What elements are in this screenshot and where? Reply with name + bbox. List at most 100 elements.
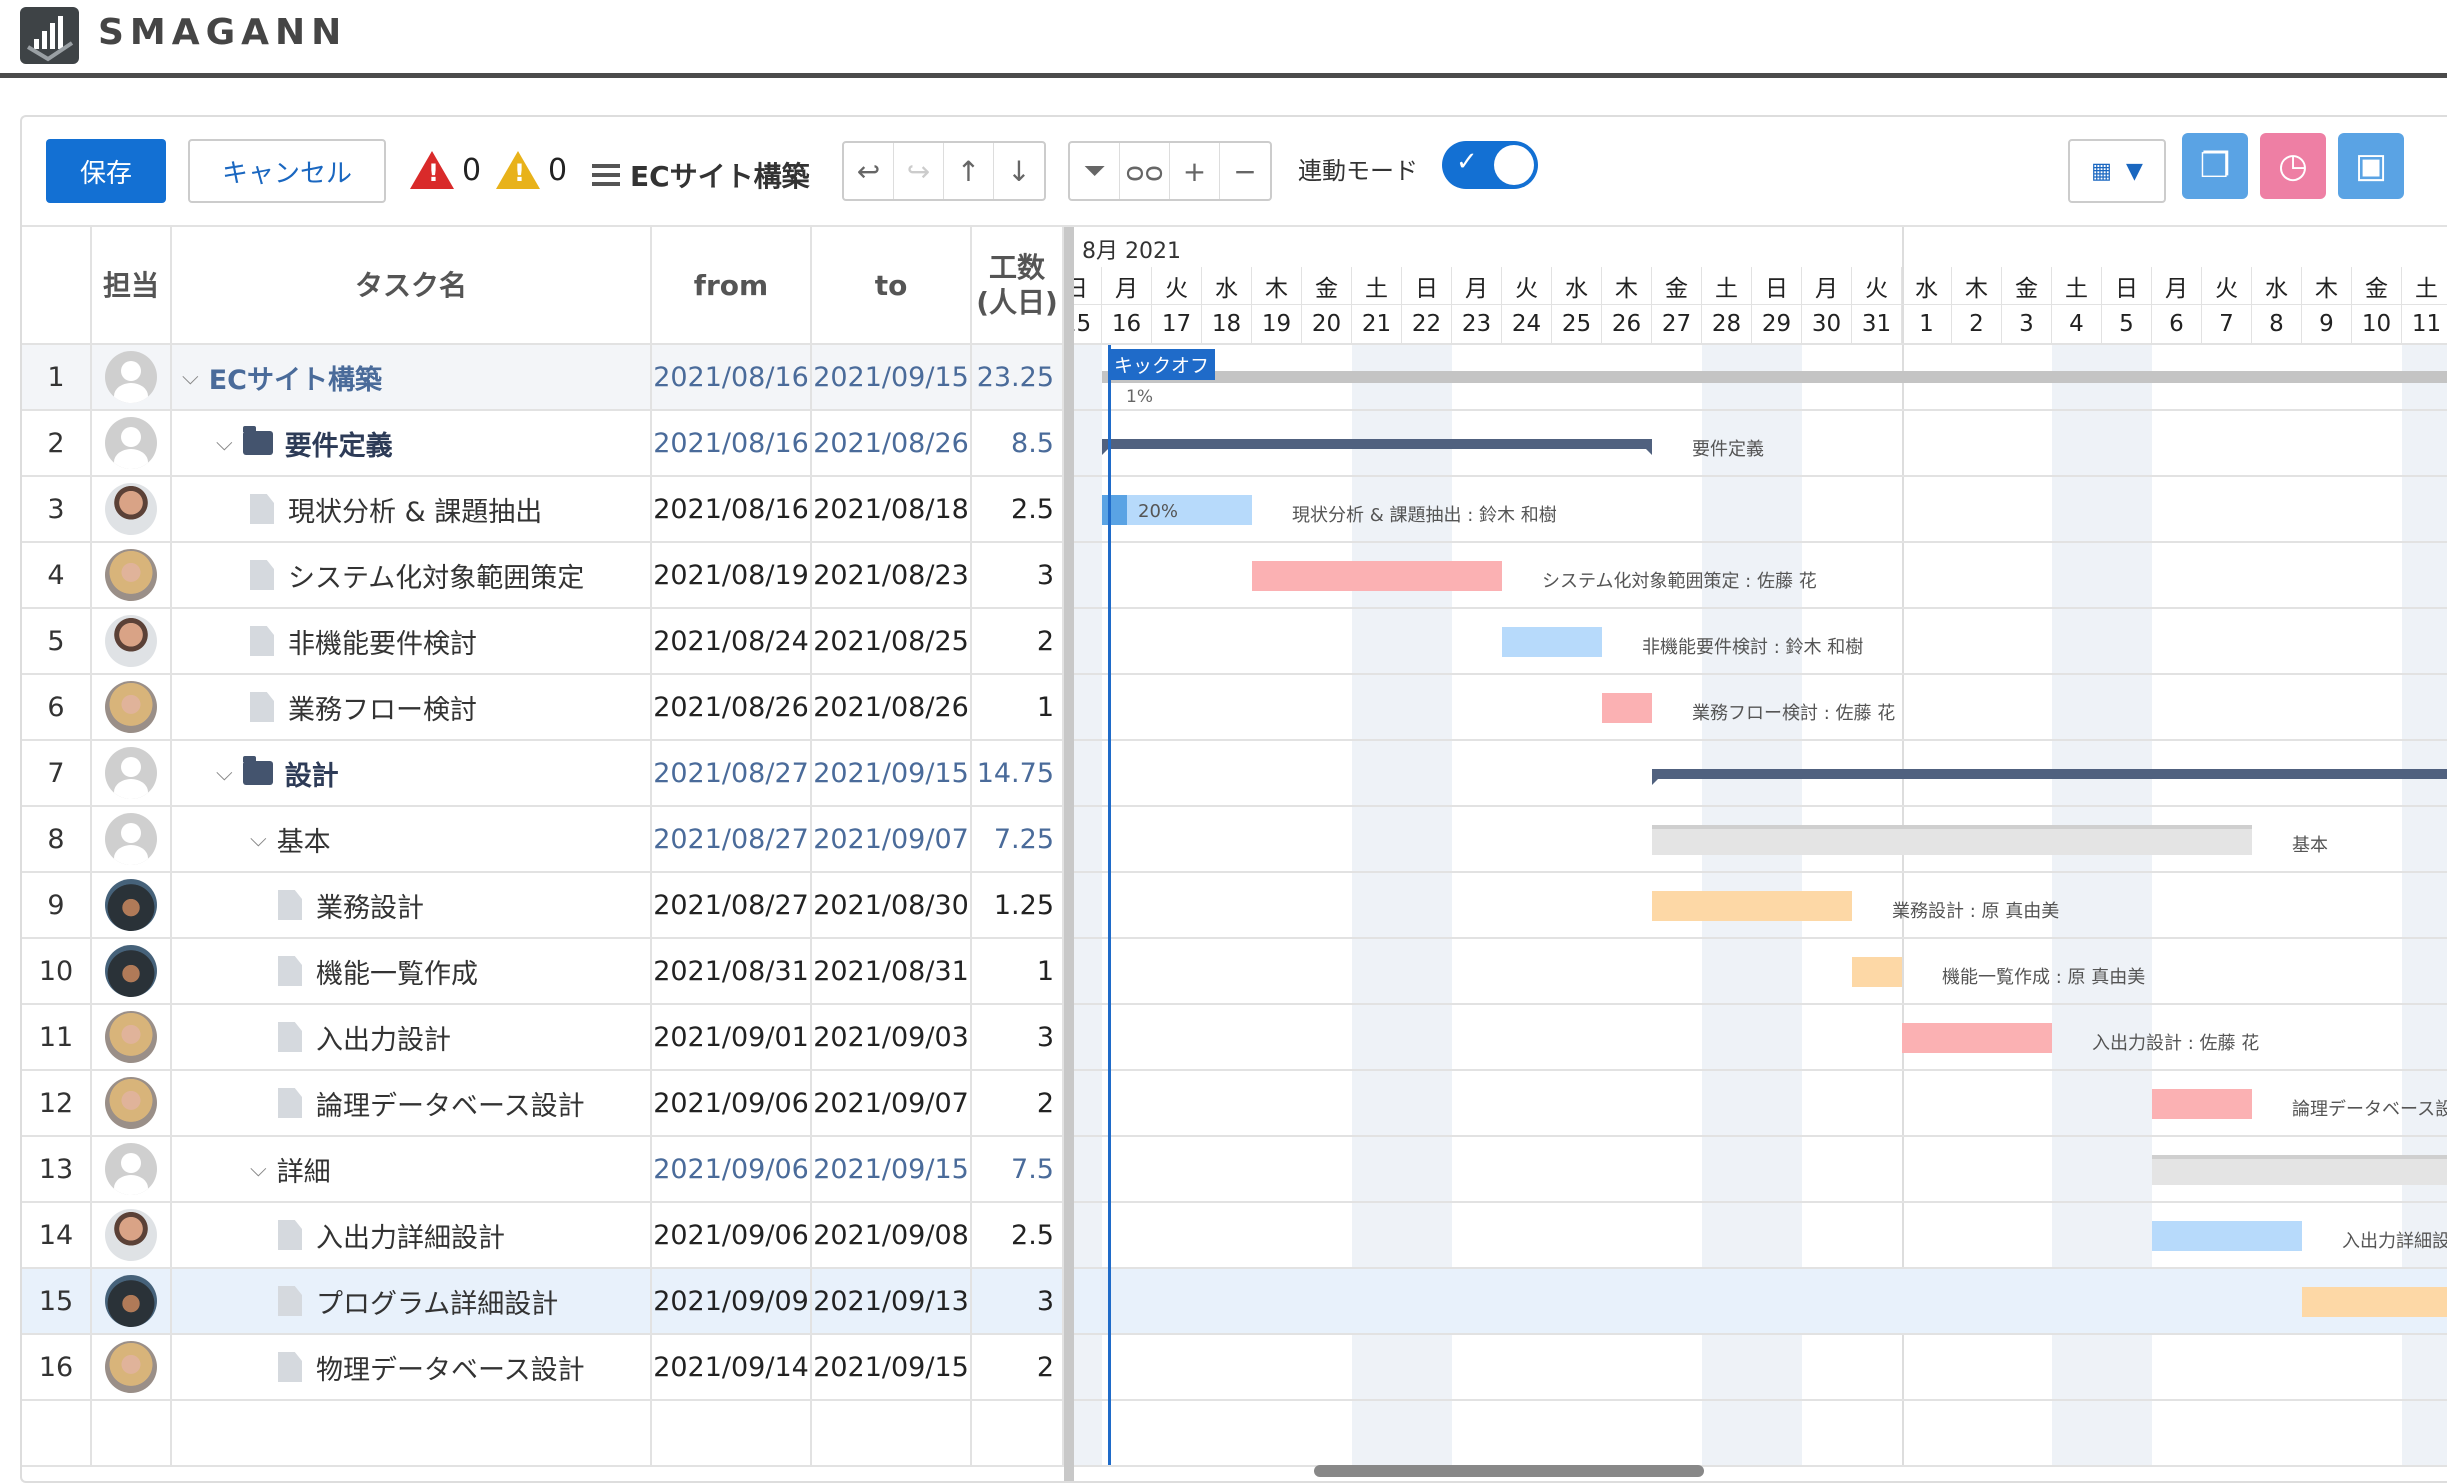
effort-value[interactable]: 14.75 — [972, 741, 1064, 805]
task-name-cell[interactable]: 入出力詳細設計 — [172, 1203, 652, 1267]
effort-value[interactable]: 2.5 — [972, 477, 1064, 541]
from-date[interactable]: 2021/08/16 — [652, 411, 812, 475]
glasses-icon[interactable]: ᴑᴑ — [1120, 143, 1170, 199]
task-bar[interactable] — [1902, 1023, 2052, 1053]
col-header-from[interactable]: from — [652, 227, 812, 345]
table-row[interactable]: 10 機能一覧作成 2021/08/31 2021/08/31 1 — [22, 939, 1064, 1005]
task-bar[interactable] — [1652, 891, 1852, 921]
task-name-cell[interactable]: 入出力設計 — [172, 1005, 652, 1069]
to-date[interactable]: 2021/08/26 — [812, 411, 972, 475]
effort-value[interactable]: 7.25 — [972, 807, 1064, 871]
effort-value[interactable]: 8.5 — [972, 411, 1064, 475]
to-date[interactable]: 2021/09/15 — [812, 345, 972, 409]
move-down-icon[interactable]: ↓ — [994, 143, 1044, 199]
owner-cell[interactable] — [92, 609, 172, 673]
group-bar[interactable] — [1652, 825, 2252, 855]
table-row[interactable]: 12 論理データベース設計 2021/09/06 2021/09/07 2 — [22, 1071, 1064, 1137]
effort-value[interactable]: 3 — [972, 543, 1064, 607]
owner-cell[interactable] — [92, 939, 172, 1003]
to-date[interactable]: 2021/08/31 — [812, 939, 972, 1003]
to-date[interactable]: 2021/08/25 — [812, 609, 972, 673]
owner-cell[interactable] — [92, 741, 172, 805]
calendar-dropdown[interactable]: ▦ ▼ — [2068, 139, 2166, 203]
effort-value[interactable]: 7.5 — [972, 1137, 1064, 1201]
task-bar[interactable] — [1852, 957, 1902, 987]
task-name-cell[interactable]: ⌵ ECサイト構築 — [172, 345, 652, 409]
warning-indicator[interactable]: ! 0 — [496, 151, 567, 189]
task-name-cell[interactable]: プログラム詳細設計 — [172, 1269, 652, 1333]
chevron-down-icon[interactable]: ⌵ — [216, 761, 233, 786]
table-row[interactable]: 16 物理データベース設計 2021/09/14 2021/09/15 2 — [22, 1335, 1064, 1401]
to-date[interactable]: 2021/09/15 — [812, 741, 972, 805]
task-name-cell[interactable]: ⌵ 設計 — [172, 741, 652, 805]
horizontal-scrollbar[interactable] — [1314, 1465, 1704, 1477]
from-date[interactable]: 2021/08/16 — [652, 477, 812, 541]
owner-cell[interactable] — [92, 411, 172, 475]
from-date[interactable]: 2021/08/27 — [652, 807, 812, 871]
owner-cell[interactable] — [92, 543, 172, 607]
task-name-cell[interactable]: ⌵ 詳細 — [172, 1137, 652, 1201]
effort-value[interactable]: 23.25 — [972, 345, 1064, 409]
task-bar[interactable] — [2152, 1221, 2302, 1251]
summary-bar[interactable] — [1652, 769, 2447, 779]
to-date[interactable]: 2021/09/07 — [812, 1071, 972, 1135]
from-date[interactable]: 2021/09/01 — [652, 1005, 812, 1069]
from-date[interactable]: 2021/09/09 — [652, 1269, 812, 1333]
effort-value[interactable]: 3 — [972, 1269, 1064, 1333]
table-row[interactable]: 13 ⌵ 詳細 2021/09/06 2021/09/15 7.5 — [22, 1137, 1064, 1203]
from-date[interactable]: 2021/08/26 — [652, 675, 812, 739]
zoom-out-icon[interactable]: − — [1220, 143, 1270, 199]
task-name-cell[interactable]: 現状分析 & 課題抽出 — [172, 477, 652, 541]
effort-value[interactable]: 1 — [972, 939, 1064, 1003]
task-name-cell[interactable]: 機能一覧作成 — [172, 939, 652, 1003]
from-date[interactable]: 2021/08/24 — [652, 609, 812, 673]
save-button[interactable]: 保存 — [46, 139, 166, 203]
effort-value[interactable]: 2 — [972, 1071, 1064, 1135]
owner-cell[interactable] — [92, 807, 172, 871]
link-mode-toggle[interactable]: ✓ — [1442, 141, 1538, 189]
to-date[interactable]: 2021/08/23 — [812, 543, 972, 607]
task-name-cell[interactable]: ⌵ 基本 — [172, 807, 652, 871]
to-date[interactable]: 2021/09/03 — [812, 1005, 972, 1069]
chevron-down-icon[interactable]: ⌵ — [216, 431, 233, 456]
task-name-cell[interactable]: システム化対象範囲策定 — [172, 543, 652, 607]
to-date[interactable]: 2021/08/30 — [812, 873, 972, 937]
table-row[interactable]: 6 業務フロー検討 2021/08/26 2021/08/26 1 — [22, 675, 1064, 741]
from-date[interactable]: 2021/08/27 — [652, 741, 812, 805]
pane-splitter[interactable] — [1064, 227, 1074, 1481]
report-button[interactable]: ❐ — [2182, 133, 2248, 199]
summary-bar[interactable] — [1102, 439, 1652, 449]
root-summary-bar[interactable] — [1102, 371, 2447, 383]
owner-cell[interactable] — [92, 675, 172, 739]
task-name-cell[interactable]: ⌵ 要件定義 — [172, 411, 652, 475]
to-date[interactable]: 2021/08/18 — [812, 477, 972, 541]
col-header-owner[interactable]: 担当 — [92, 227, 172, 345]
task-name-cell[interactable]: 業務設計 — [172, 873, 652, 937]
effort-value[interactable]: 1.25 — [972, 873, 1064, 937]
chevron-down-icon[interactable]: ⌵ — [182, 365, 199, 390]
effort-value[interactable]: 2 — [972, 1335, 1064, 1399]
owner-cell[interactable] — [92, 1335, 172, 1399]
from-date[interactable]: 2021/08/31 — [652, 939, 812, 1003]
task-name-cell[interactable]: 物理データベース設計 — [172, 1335, 652, 1399]
zoom-in-icon[interactable]: + — [1170, 143, 1220, 199]
to-date[interactable]: 2021/09/13 — [812, 1269, 972, 1333]
table-row[interactable]: 4 システム化対象範囲策定 2021/08/19 2021/08/23 3 — [22, 543, 1064, 609]
owner-cell[interactable] — [92, 345, 172, 409]
effort-value[interactable]: 1 — [972, 675, 1064, 739]
task-bar[interactable] — [1502, 627, 1602, 657]
undo-icon[interactable]: ↩ — [844, 143, 894, 199]
table-row[interactable]: 15 プログラム詳細設計 2021/09/09 2021/09/13 3 — [22, 1269, 1064, 1335]
task-bar[interactable] — [2302, 1287, 2447, 1317]
from-date[interactable]: 2021/09/06 — [652, 1137, 812, 1201]
owner-cell[interactable] — [92, 1005, 172, 1069]
table-row[interactable]: 8 ⌵ 基本 2021/08/27 2021/09/07 7.25 — [22, 807, 1064, 873]
owner-cell[interactable] — [92, 1269, 172, 1333]
from-date[interactable]: 2021/09/06 — [652, 1071, 812, 1135]
history-button[interactable]: ◷ — [2260, 133, 2326, 199]
effort-value[interactable]: 3 — [972, 1005, 1064, 1069]
effort-value[interactable]: 2.5 — [972, 1203, 1064, 1267]
table-row[interactable]: 11 入出力設計 2021/09/01 2021/09/03 3 — [22, 1005, 1064, 1071]
table-row[interactable]: 1 ⌵ ECサイト構築 2021/08/16 2021/09/15 23.25 — [22, 345, 1064, 411]
chevron-down-icon[interactable]: ⌵ — [250, 1157, 267, 1182]
